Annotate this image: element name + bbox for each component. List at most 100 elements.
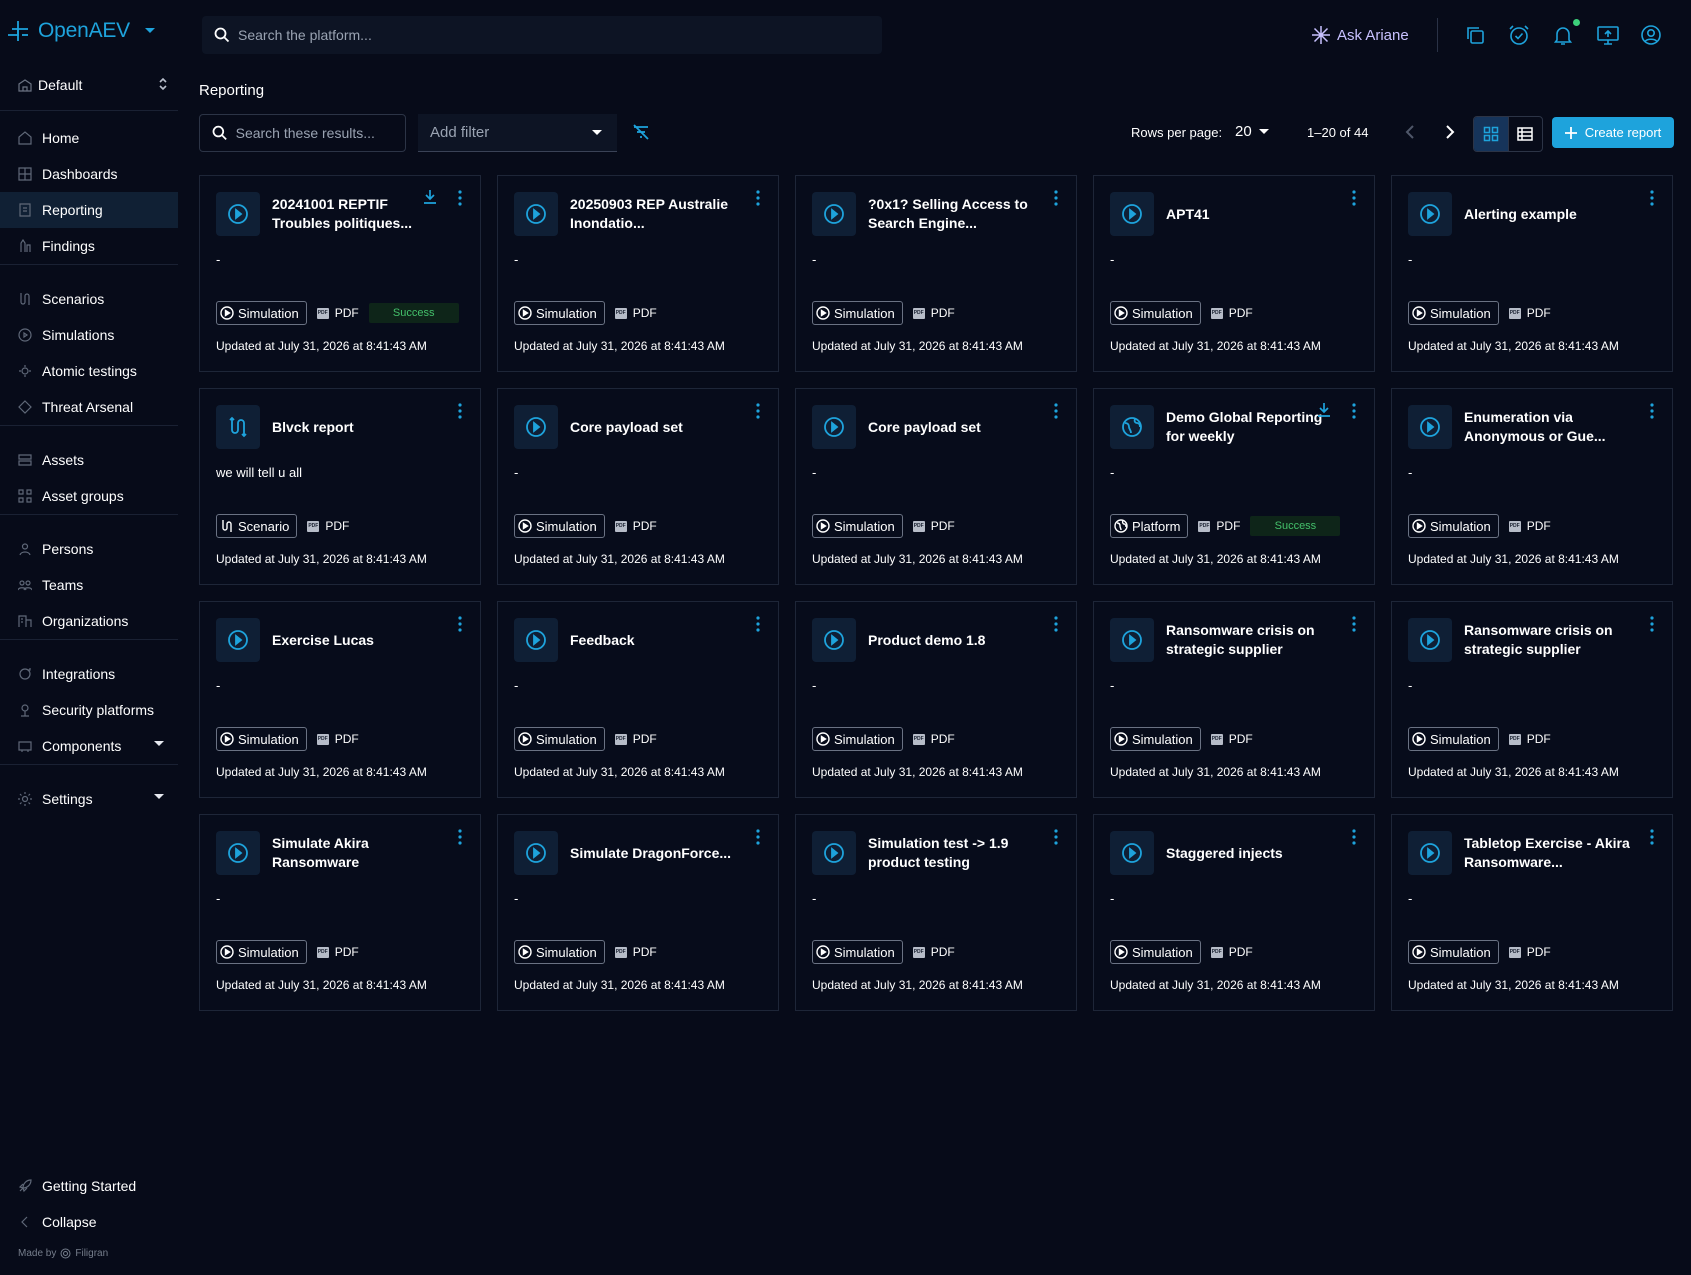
sidebar-item-atomic-testings[interactable]: Atomic testings [0, 353, 178, 389]
create-report-button[interactable]: Create report [1552, 117, 1674, 148]
report-title[interactable]: Staggered injects [1166, 815, 1336, 891]
rows-per-page-select[interactable]: 20 [1235, 123, 1270, 140]
copy-icon[interactable] [1464, 24, 1486, 46]
more-vert-icon[interactable] [1054, 616, 1058, 632]
sidebar-item-scenarios[interactable]: Scenarios [0, 281, 178, 317]
sidebar-item-simulations[interactable]: Simulations [0, 317, 178, 353]
sidebar-item-assets[interactable]: Assets [0, 442, 178, 478]
download-icon[interactable] [1316, 402, 1332, 418]
report-card[interactable]: Tabletop Exercise - Akira Ransomware... -… [1391, 814, 1673, 1011]
report-title[interactable]: Core payload set [868, 389, 1038, 465]
sidebar-item-integrations[interactable]: Integrations [0, 656, 178, 692]
report-card[interactable]: 20250903 REP Australie Inondatio... - Simu… [497, 175, 779, 372]
sidebar-item-components[interactable]: Components [0, 728, 178, 764]
sidebar-item-organizations[interactable]: Organizations [0, 603, 178, 639]
report-title[interactable]: APT41 [1166, 176, 1336, 252]
account-icon[interactable] [1640, 24, 1662, 46]
report-title[interactable]: Ransomware crisis on strategic supplier [1166, 602, 1336, 678]
report-card[interactable]: Ransomware crisis on strategic supplier -… [1391, 601, 1673, 798]
report-card[interactable]: 20241001 REPTIF Troubles politiques... - S… [199, 175, 481, 372]
report-card[interactable]: Simulation test -> 1.9 product testing - S… [795, 814, 1077, 1011]
sidebar-item-threat-arsenal[interactable]: Threat Arsenal [0, 389, 178, 425]
clear-filters-icon[interactable] [631, 122, 651, 142]
report-card[interactable]: Ransomware crisis on strategic supplier -… [1093, 601, 1375, 798]
report-card[interactable]: Demo Global Reporting for weekly - Platfor… [1093, 388, 1375, 585]
more-vert-icon[interactable] [1352, 829, 1356, 845]
ask-ariane-button[interactable]: Ask Ariane [1311, 24, 1409, 46]
report-card[interactable]: Feedback - Simulation PDF PDF Updated at July… [497, 601, 779, 798]
sidebar-item-persons[interactable]: Persons [0, 531, 178, 567]
screen-share-icon[interactable] [1596, 24, 1619, 46]
list-view-icon[interactable] [1507, 117, 1542, 151]
report-card[interactable]: Exercise Lucas - Simulation PDF PDF Updated a… [199, 601, 481, 798]
more-vert-icon[interactable] [1054, 829, 1058, 845]
more-vert-icon[interactable] [458, 616, 462, 632]
report-title[interactable]: Exercise Lucas [272, 602, 442, 678]
download-icon[interactable] [422, 189, 438, 205]
bell-icon[interactable] [1552, 24, 1574, 46]
workspace-selector[interactable]: Default [18, 74, 174, 96]
report-title[interactable]: Product demo 1.8 [868, 602, 1038, 678]
sidebar-item-security-platforms[interactable]: Security platforms [0, 692, 178, 728]
more-vert-icon[interactable] [1054, 403, 1058, 419]
next-page-icon[interactable] [1443, 124, 1457, 140]
chevron-down-icon[interactable] [144, 27, 156, 35]
report-card[interactable]: Core payload set - Simulation PDF PDF Updated… [497, 388, 779, 585]
results-search[interactable] [199, 114, 406, 152]
report-title[interactable]: 20250903 REP Australie Inondatio... [570, 176, 740, 252]
report-title[interactable]: Alerting example [1464, 176, 1634, 252]
report-title[interactable]: 20241001 REPTIF Troubles politiques... [272, 176, 442, 252]
results-search-input[interactable] [235, 125, 405, 141]
report-title[interactable]: Demo Global Reporting for weekly [1166, 389, 1336, 465]
platform-search-input[interactable] [238, 27, 840, 43]
report-card[interactable]: Blvck report we will tell u all Scenario PD… [199, 388, 481, 585]
sidebar-item-dashboards[interactable]: Dashboards [0, 156, 178, 192]
platform-search[interactable] [202, 16, 882, 54]
report-title[interactable]: Simulate Akira Ransomware [272, 815, 442, 891]
more-vert-icon[interactable] [1650, 829, 1654, 845]
report-title[interactable]: Simulation test -> 1.9 product testing [868, 815, 1038, 891]
report-title[interactable]: Feedback [570, 602, 740, 678]
report-title[interactable]: Enumeration via Anonymous or Gue... [1464, 389, 1634, 465]
more-vert-icon[interactable] [756, 403, 760, 419]
add-filter-select[interactable]: Add filter [418, 114, 617, 152]
report-card[interactable]: APT41 - Simulation PDF PDF Updated at July 31… [1093, 175, 1375, 372]
report-card[interactable]: Simulate DragonForce... - Simulation PDF PDF… [497, 814, 779, 1011]
report-title[interactable]: ?0x1? Selling Access to Search Engine... [868, 176, 1038, 252]
report-card[interactable]: Alerting example - Simulation PDF PDF Updated… [1391, 175, 1673, 372]
more-vert-icon[interactable] [1352, 403, 1356, 419]
previous-page-icon[interactable] [1403, 124, 1417, 140]
more-vert-icon[interactable] [1352, 616, 1356, 632]
sidebar-item-collapse[interactable]: Collapse [0, 1204, 178, 1240]
grid-view-icon[interactable] [1474, 117, 1508, 151]
more-vert-icon[interactable] [1650, 616, 1654, 632]
more-vert-icon[interactable] [458, 190, 462, 206]
sidebar-item-findings[interactable]: Findings [0, 228, 178, 264]
more-vert-icon[interactable] [1054, 190, 1058, 206]
report-card[interactable]: Core payload set - Simulation PDF PDF Updated… [795, 388, 1077, 585]
report-card[interactable]: Enumeration via Anonymous or Gue... - Simu… [1391, 388, 1673, 585]
report-title[interactable]: Blvck report [272, 389, 442, 465]
app-logo[interactable]: OpenAEV [6, 16, 156, 46]
sidebar-item-asset-groups[interactable]: Asset groups [0, 478, 178, 514]
report-card[interactable]: ?0x1? Selling Access to Search Engine...… [795, 175, 1077, 372]
report-card[interactable]: Product demo 1.8 - Simulation PDF PDF Updated… [795, 601, 1077, 798]
report-title[interactable]: Simulate DragonForce... [570, 815, 740, 891]
report-card[interactable]: Simulate Akira Ransomware - Simulation PDF P… [199, 814, 481, 1011]
more-vert-icon[interactable] [756, 829, 760, 845]
report-title[interactable]: Tabletop Exercise - Akira Ransomware... [1464, 815, 1634, 891]
report-title[interactable]: Ransomware crisis on strategic supplier [1464, 602, 1634, 678]
sidebar-item-home[interactable]: Home [0, 120, 178, 156]
more-vert-icon[interactable] [458, 829, 462, 845]
more-vert-icon[interactable] [1352, 190, 1356, 206]
sidebar-item-teams[interactable]: Teams [0, 567, 178, 603]
more-vert-icon[interactable] [458, 403, 462, 419]
sidebar-item-getting-started[interactable]: Getting Started [0, 1168, 178, 1204]
more-vert-icon[interactable] [1650, 190, 1654, 206]
sidebar-item-settings[interactable]: Settings [0, 781, 178, 817]
more-vert-icon[interactable] [756, 616, 760, 632]
more-vert-icon[interactable] [1650, 403, 1654, 419]
alarm-check-icon[interactable] [1508, 24, 1530, 46]
report-card[interactable]: Staggered injects - Simulation PDF PDF Update… [1093, 814, 1375, 1011]
more-vert-icon[interactable] [756, 190, 760, 206]
